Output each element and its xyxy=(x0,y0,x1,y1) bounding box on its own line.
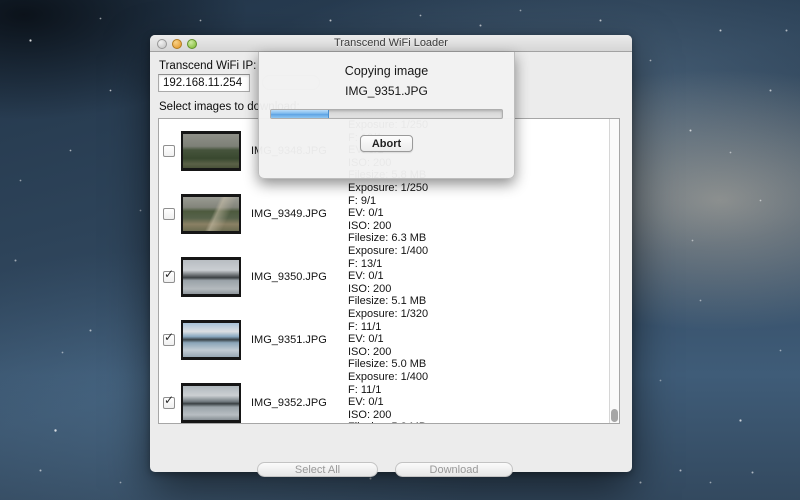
image-thumbnail xyxy=(181,257,241,297)
copy-dialog: Copying image IMG_9351.JPG Abort xyxy=(258,52,515,179)
list-item: IMG_9349.JPGExposure: 1/250F: 9/1EV: 0/1… xyxy=(159,182,609,245)
abort-button[interactable]: Abort xyxy=(360,135,413,152)
exif-line: F: 13/1 xyxy=(348,258,428,271)
image-thumbnail xyxy=(181,320,241,360)
exif-line: EV: 0/1 xyxy=(348,396,428,409)
exif-line: F: 11/1 xyxy=(348,384,428,397)
list-item: ✓IMG_9351.JPGExposure: 1/320F: 11/1EV: 0… xyxy=(159,308,609,371)
image-exif: Exposure: 1/320F: 11/1EV: 0/1ISO: 200Fil… xyxy=(348,308,428,371)
image-exif: Exposure: 1/400F: 11/1EV: 0/1ISO: 200Fil… xyxy=(348,371,428,424)
ip-label: Transcend WiFi IP: xyxy=(159,60,256,72)
image-thumbnail xyxy=(181,194,241,234)
checkmark-icon: ✓ xyxy=(164,332,174,342)
dialog-filename: IMG_9351.JPG xyxy=(345,84,428,98)
image-thumbnail xyxy=(181,383,241,423)
image-checkbox[interactable]: ✓ xyxy=(163,334,175,346)
list-item: ✓IMG_9352.JPGExposure: 1/400F: 11/1EV: 0… xyxy=(159,371,609,424)
desktop-wallpaper: Transcend WiFi Loader Transcend WiFi IP:… xyxy=(0,0,800,500)
image-checkbox[interactable] xyxy=(163,145,175,157)
exif-line: EV: 0/1 xyxy=(348,333,428,346)
exif-line: Filesize: 5.2 MB xyxy=(348,421,428,424)
image-exif: Exposure: 1/400F: 13/1EV: 0/1ISO: 200Fil… xyxy=(348,245,428,308)
exif-line: Filesize: 5.1 MB xyxy=(348,295,428,308)
checkmark-icon: ✓ xyxy=(164,395,174,405)
scrollbar[interactable] xyxy=(609,119,619,423)
image-exif: Exposure: 1/250F: 9/1EV: 0/1ISO: 200File… xyxy=(348,182,428,245)
progress-bar xyxy=(270,109,503,119)
exif-line: EV: 0/1 xyxy=(348,270,428,283)
image-checkbox[interactable]: ✓ xyxy=(163,397,175,409)
scrollbar-thumb[interactable] xyxy=(611,409,618,422)
image-thumbnail xyxy=(181,131,241,171)
wallpaper-stars xyxy=(0,0,1,1)
exif-line: ISO: 200 xyxy=(348,346,428,359)
exif-line: Exposure: 1/320 xyxy=(348,308,428,321)
ip-input[interactable] xyxy=(158,74,250,92)
image-filename: IMG_9351.JPG xyxy=(251,334,348,346)
exif-line: ISO: 200 xyxy=(348,220,428,233)
image-filename: IMG_9349.JPG xyxy=(251,208,348,220)
image-checkbox[interactable]: ✓ xyxy=(163,271,175,283)
window-title: Transcend WiFi Loader xyxy=(150,37,632,49)
app-window: Transcend WiFi Loader Transcend WiFi IP:… xyxy=(150,35,632,472)
checkmark-icon: ✓ xyxy=(164,269,174,279)
exif-line: Exposure: 1/400 xyxy=(348,371,428,384)
progress-fill xyxy=(271,110,329,118)
exif-line: F: 9/1 xyxy=(348,195,428,208)
exif-line: Exposure: 1/400 xyxy=(348,245,428,258)
image-checkbox[interactable] xyxy=(163,208,175,220)
exif-line: ISO: 200 xyxy=(348,409,428,422)
exif-line: Filesize: 6.3 MB xyxy=(348,232,428,245)
image-filename: IMG_9350.JPG xyxy=(251,271,348,283)
image-filename: IMG_9352.JPG xyxy=(251,397,348,409)
exif-line: EV: 0/1 xyxy=(348,207,428,220)
window-titlebar[interactable]: Transcend WiFi Loader xyxy=(150,35,632,52)
select-all-button[interactable]: Select All xyxy=(257,462,378,477)
exif-line: F: 11/1 xyxy=(348,321,428,334)
list-item: ✓IMG_9350.JPGExposure: 1/400F: 13/1EV: 0… xyxy=(159,245,609,308)
exif-line: Filesize: 5.0 MB xyxy=(348,358,428,371)
exif-line: ISO: 200 xyxy=(348,283,428,296)
download-button[interactable]: Download xyxy=(395,462,513,477)
dialog-title: Copying image xyxy=(345,64,428,78)
exif-line: Exposure: 1/250 xyxy=(348,182,428,195)
